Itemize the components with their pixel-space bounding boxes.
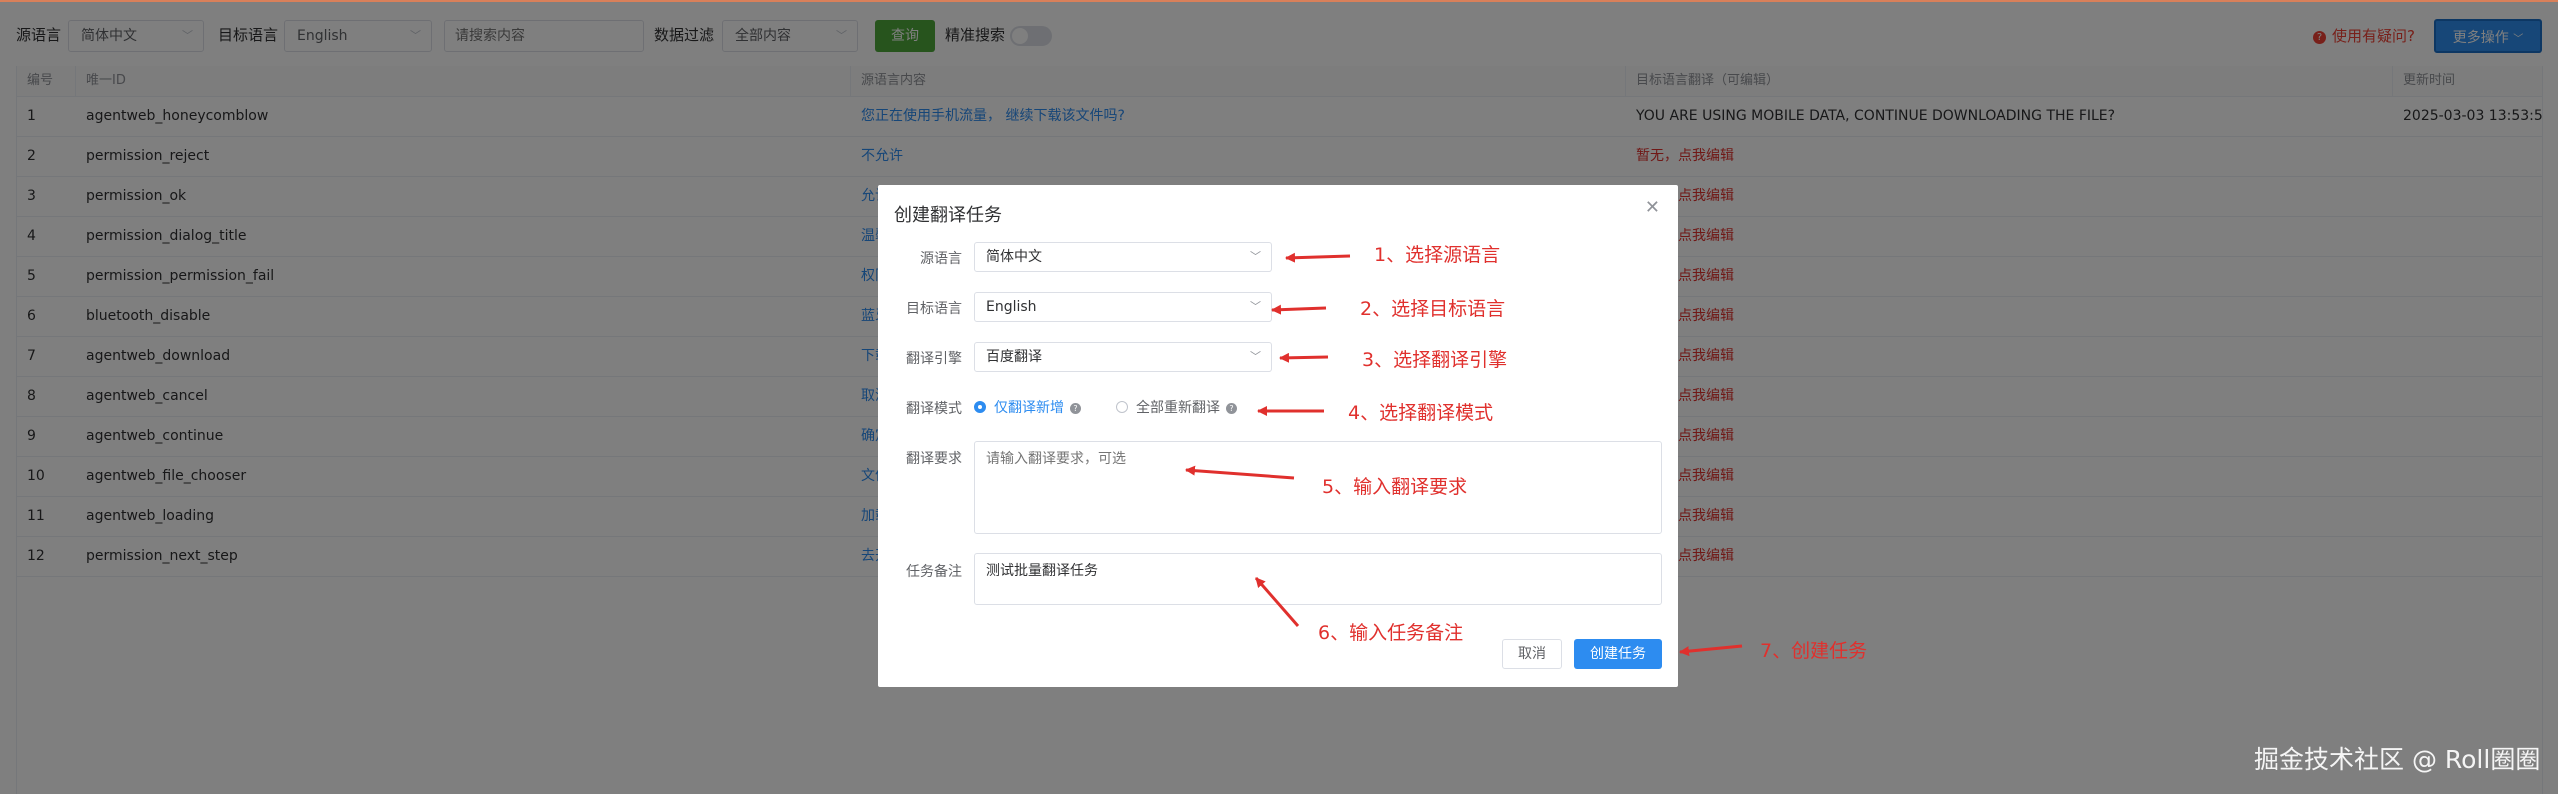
engine-field-label: 翻译引擎 <box>906 351 962 367</box>
requirement-field-label: 翻译要求 <box>906 451 962 467</box>
annotation-step2: 2、选择目标语言 <box>1360 298 1506 320</box>
note-field-label: 任务备注 <box>906 564 962 580</box>
create-task-dialog: 创建翻译任务 ✕ 源语言 简体中文 ﹀ 目标语言 English ﹀ 翻译引擎 … <box>878 185 1678 687</box>
chevron-down-icon: ﹀ <box>1250 250 1261 263</box>
annotation-step1: 1、选择源语言 <box>1374 244 1501 266</box>
mode-option-new-label: 仅翻译新增 <box>994 400 1064 416</box>
close-icon[interactable]: ✕ <box>1645 197 1660 218</box>
mode-field-label: 翻译模式 <box>906 401 962 417</box>
annotation-step6: 6、输入任务备注 <box>1318 622 1464 644</box>
radio-unchecked-icon <box>1116 401 1128 413</box>
watermark: 掘金技术社区 @ Roll圈圈 <box>2254 745 2541 774</box>
top-accent-line <box>0 0 2558 2</box>
dialog-target-lang-select[interactable]: English ﹀ <box>974 292 1272 322</box>
chevron-down-icon: ﹀ <box>1250 350 1261 363</box>
dialog-target-lang-value: English <box>986 299 1037 315</box>
mode-option-new[interactable]: 仅翻译新增? <box>974 397 1081 417</box>
dialog-source-lang-select[interactable]: 简体中文 ﹀ <box>974 242 1272 272</box>
cancel-button[interactable]: 取消 <box>1502 639 1562 669</box>
note-textarea[interactable]: 测试批量翻译任务 <box>974 553 1662 605</box>
question-icon: ? <box>1070 403 1081 414</box>
mode-option-all[interactable]: 全部重新翻译? <box>1116 397 1237 417</box>
radio-checked-icon <box>974 401 986 413</box>
dialog-engine-value: 百度翻译 <box>986 349 1042 365</box>
requirement-textarea[interactable] <box>974 441 1662 534</box>
question-icon: ? <box>1226 403 1237 414</box>
dialog-title: 创建翻译任务 <box>894 205 1002 226</box>
annotation-step4: 4、选择翻译模式 <box>1348 402 1494 424</box>
create-task-button[interactable]: 创建任务 <box>1574 639 1662 669</box>
annotation-step7: 7、创建任务 <box>1760 640 1868 662</box>
annotation-step5: 5、输入翻译要求 <box>1322 476 1468 498</box>
mode-option-all-label: 全部重新翻译 <box>1136 400 1220 416</box>
dialog-source-lang-value: 简体中文 <box>986 249 1042 265</box>
annotation-step3: 3、选择翻译引擎 <box>1362 349 1508 371</box>
dialog-engine-select[interactable]: 百度翻译 ﹀ <box>974 342 1272 372</box>
source-lang-field-label: 源语言 <box>920 251 962 267</box>
chevron-down-icon: ﹀ <box>1250 300 1261 313</box>
target-lang-field-label: 目标语言 <box>906 301 962 317</box>
